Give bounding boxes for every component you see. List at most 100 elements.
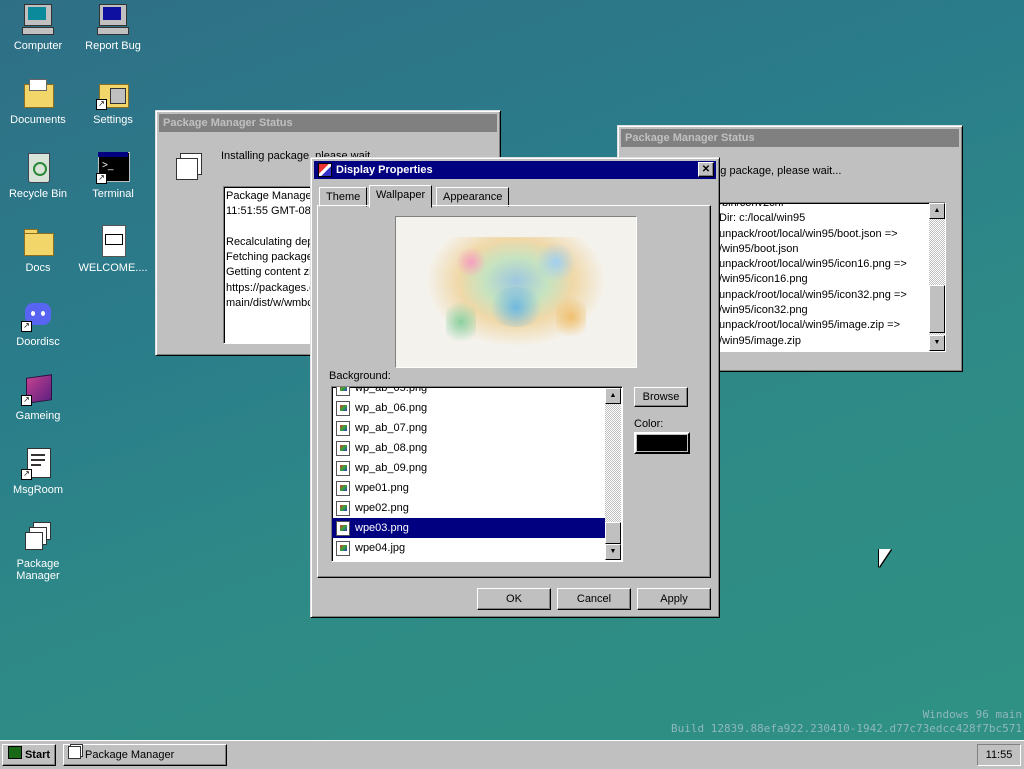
start-label: Start <box>24 749 51 761</box>
file-list-item[interactable]: wpe01.png <box>332 478 605 498</box>
apply-button[interactable]: Apply <box>637 588 711 610</box>
log-line: /win95/icon32.png <box>719 304 808 317</box>
dialog-titlebar[interactable]: Display Properties ✕ <box>314 161 716 179</box>
tab-appearance[interactable]: Appearance <box>436 187 510 207</box>
log-line: Dir: c:/local/win95 <box>719 212 806 225</box>
file-list-item[interactable]: wp_ab_09.png <box>332 458 605 478</box>
color-label: Color: <box>634 418 664 430</box>
file-name: wpe04.jpg <box>355 542 406 554</box>
shortcut-arrow-icon: ↗ <box>21 321 32 332</box>
scroll-up-button[interactable]: ▲ <box>605 388 621 404</box>
desktop-icon-label: Computer <box>13 40 63 52</box>
build-watermark: Windows 96 main Build 12839.88efa922.230… <box>671 708 1022 736</box>
desktop-icon-report-bug[interactable]: Report Bug <box>76 2 150 52</box>
apply-label: Apply <box>660 593 688 605</box>
computer-icon <box>21 2 55 36</box>
desktop-icon-terminal[interactable]: >_ ↗ Terminal <box>76 150 150 200</box>
desktop-icon-label: WELCOME.... <box>78 262 148 274</box>
file-name: wpe03.png <box>355 522 409 534</box>
documents-folder-icon <box>21 76 55 110</box>
browse-button[interactable]: Browse <box>634 387 688 407</box>
shortcut-arrow-icon: ↗ <box>96 173 107 184</box>
file-name: wpe01.png <box>355 482 409 494</box>
close-button[interactable]: ✕ <box>698 162 714 177</box>
file-name: wp_ab_06.png <box>355 402 428 414</box>
markdown-file-icon: M↓ <box>96 224 130 258</box>
desktop-icon-computer[interactable]: Computer <box>1 2 75 52</box>
desktop-icon-msgroom[interactable]: ↗ MsgRoom <box>1 446 75 496</box>
close-icon: ✕ <box>701 164 711 175</box>
file-list-item[interactable]: wpe04.jpg <box>332 538 605 558</box>
color-picker[interactable] <box>634 432 690 454</box>
desktop-icon-label: Documents <box>10 114 66 126</box>
log-scrollbar[interactable]: ▲ ▼ <box>929 203 945 351</box>
desktop-icon-documents[interactable]: Documents <box>1 76 75 126</box>
file-name: wpe02.png <box>355 502 409 514</box>
window-title: Package Manager Status <box>163 117 293 129</box>
start-logo-icon <box>7 746 22 759</box>
log-line: /win95/icon16.png <box>719 273 808 286</box>
ok-button[interactable]: OK <box>477 588 551 610</box>
desktop-icon-gameing[interactable]: ↗ Gameing <box>1 372 75 422</box>
taskbar: Start Package Manager 11:55 <box>0 740 1024 769</box>
desktop-icon-welcome[interactable]: M↓ WELCOME.... <box>76 224 150 274</box>
desktop-icon-settings[interactable]: ↗ Settings <box>76 76 150 126</box>
scroll-up-button[interactable]: ▲ <box>929 203 945 219</box>
desktop-icon-package-manager[interactable]: Package Manager <box>1 520 75 582</box>
color-swatch <box>637 435 687 451</box>
file-list-item[interactable]: wp_ab_06.png <box>332 398 605 418</box>
file-list-item-selected[interactable]: wpe03.png <box>332 518 605 538</box>
shortcut-arrow-icon: ↗ <box>21 395 32 406</box>
desktop-icon-label: Recycle Bin <box>8 188 68 200</box>
window-title: Package Manager Status <box>625 132 755 144</box>
tab-label: Wallpaper <box>376 189 426 201</box>
image-file-icon <box>336 500 350 516</box>
desktop-icon-label: Terminal <box>92 188 134 200</box>
package-manager-small-icon <box>68 746 81 759</box>
file-name: wp_ab_05.png <box>355 386 428 394</box>
desktop-icon-doordisc[interactable]: ↗ Doordisc <box>1 298 75 348</box>
file-list-item[interactable]: wpe02.png <box>332 498 605 518</box>
tab-panel: Background: wp_ab_05.png wp_ab_06.png wp… <box>317 205 711 578</box>
file-list-item[interactable]: wp_ab_05.png <box>332 386 605 398</box>
cancel-button[interactable]: Cancel <box>557 588 631 610</box>
scroll-down-button[interactable]: ▼ <box>605 544 621 560</box>
shortcut-arrow-icon: ↗ <box>96 99 107 110</box>
file-name: wp_ab_08.png <box>355 442 428 454</box>
window-titlebar[interactable]: Package Manager Status <box>621 129 959 147</box>
file-list-item[interactable]: wp_ab_08.png <box>332 438 605 458</box>
tab-strip: Theme Wallpaper Appearance <box>317 185 713 208</box>
taskbar-item-label: Package Manager <box>85 749 175 761</box>
desktop-icon-label: MsgRoom <box>12 484 64 496</box>
image-file-icon <box>336 420 350 436</box>
desktop-icon-recycle-bin[interactable]: Recycle Bin <box>1 150 75 200</box>
browse-label: Browse <box>642 391 680 403</box>
window-titlebar[interactable]: Package Manager Status <box>159 114 497 132</box>
log-line: unpack/root/local/win95/image.zip => <box>719 319 900 332</box>
log-line: /bin/conv2cnf <box>719 202 784 209</box>
recycle-bin-icon <box>21 150 55 184</box>
image-file-icon <box>336 540 350 556</box>
desktop-icon-docs[interactable]: Docs <box>1 224 75 274</box>
scroll-thumb[interactable] <box>605 522 621 544</box>
report-bug-icon <box>96 2 130 36</box>
log-line: unpack/root/local/win95/icon16.png => <box>719 258 907 271</box>
log-line: unpack/root/local/win95/boot.json => <box>719 227 898 240</box>
settings-icon: ↗ <box>96 76 130 110</box>
tab-wallpaper[interactable]: Wallpaper <box>369 185 433 208</box>
log-line: /win95/image.zip <box>719 334 801 347</box>
image-file-icon <box>336 400 350 416</box>
display-properties-icon <box>318 163 332 177</box>
background-label: Background: <box>329 370 391 382</box>
start-button[interactable]: Start <box>2 744 56 766</box>
dialog-title: Display Properties <box>336 164 433 176</box>
file-list-item[interactable]: wp_ab_07.png <box>332 418 605 438</box>
desktop-icon-label: Docs <box>25 262 51 274</box>
scroll-thumb[interactable] <box>929 285 945 333</box>
wallpaper-file-list[interactable]: wp_ab_05.png wp_ab_06.png wp_ab_07.png w… <box>331 386 623 562</box>
file-list-scrollbar[interactable]: ▲ ▼ <box>605 388 621 560</box>
tab-label: Theme <box>326 191 361 203</box>
taskbar-item-package-manager[interactable]: Package Manager <box>63 744 227 766</box>
tab-theme[interactable]: Theme <box>319 187 368 207</box>
scroll-down-button[interactable]: ▼ <box>929 335 945 351</box>
